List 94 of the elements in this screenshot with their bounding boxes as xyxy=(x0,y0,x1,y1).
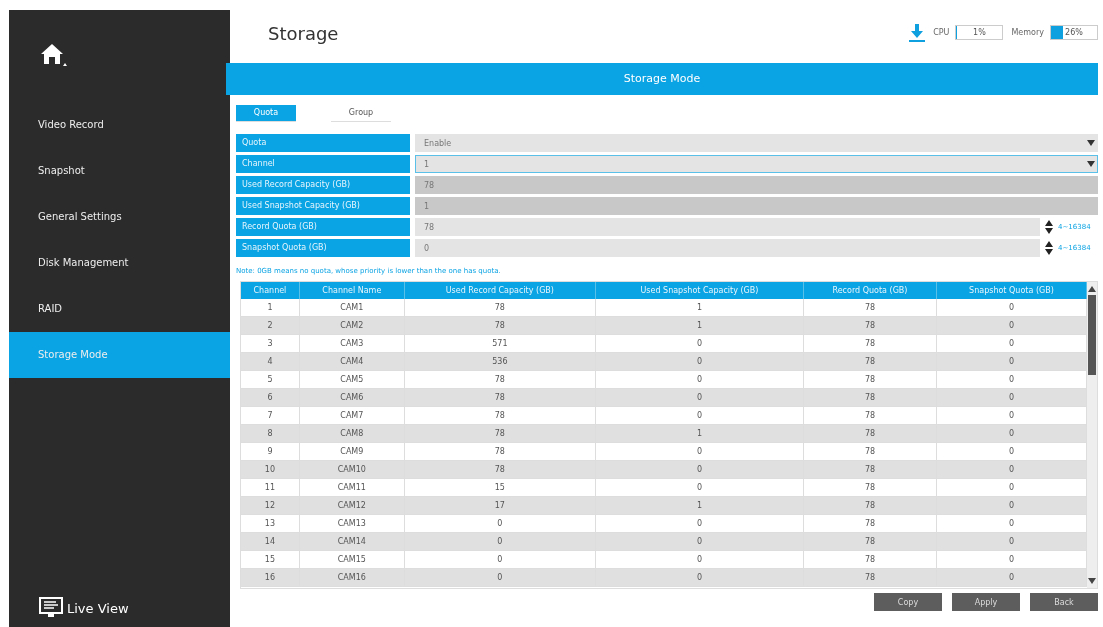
table-cell: 78 xyxy=(404,370,596,389)
table-cell: 78 xyxy=(404,406,596,425)
scroll-up-icon[interactable] xyxy=(1088,286,1096,292)
meter-label: CPU xyxy=(933,28,950,37)
table-cell: 0 xyxy=(936,406,1087,425)
spinner-arrows-icon[interactable] xyxy=(1045,220,1053,234)
table-cell: CAM9 xyxy=(299,442,405,461)
table-cell: 3 xyxy=(241,334,300,353)
dropdown-field[interactable]: Enable xyxy=(415,134,1098,152)
table-cell: 78 xyxy=(803,514,937,533)
table-cell: 78 xyxy=(803,442,937,461)
table-cell: 78 xyxy=(404,299,596,317)
tab[interactable]: Group xyxy=(331,105,391,122)
table-cell: 7 xyxy=(241,406,300,425)
table-cell: 5 xyxy=(241,370,300,389)
table-cell: 571 xyxy=(404,334,596,353)
monitor-icon[interactable] xyxy=(39,597,63,619)
table-cell: 0 xyxy=(936,550,1087,569)
table-cell: CAM7 xyxy=(299,406,405,425)
download-icon[interactable] xyxy=(909,23,926,42)
table-cell: CAM15 xyxy=(299,550,405,569)
table-cell: CAM5 xyxy=(299,370,405,389)
table-cell: 78 xyxy=(803,370,937,389)
column-header: Channel Name xyxy=(299,282,405,299)
scroll-down-icon[interactable] xyxy=(1088,578,1096,584)
caret-icon xyxy=(1087,161,1095,167)
action-button[interactable]: Back xyxy=(1030,593,1098,611)
sidebar-item[interactable]: Snapshot xyxy=(9,148,230,194)
table-cell: 0 xyxy=(936,442,1087,461)
table-cell: 0 xyxy=(595,370,804,389)
column-header: Used Snapshot Capacity (GB) xyxy=(595,282,804,299)
caret-icon xyxy=(1087,140,1095,146)
sidebar-item[interactable]: Disk Management xyxy=(9,240,230,286)
table-cell: 0 xyxy=(936,370,1087,389)
sidebar-item[interactable]: RAID xyxy=(9,286,230,332)
page-title: Storage xyxy=(268,23,339,44)
field-label: Snapshot Quota (GB) xyxy=(236,239,410,257)
field-label: Quota xyxy=(236,134,410,152)
table-cell: 13 xyxy=(241,514,300,533)
table-cell: 15 xyxy=(241,550,300,569)
spinner-arrows-icon[interactable] xyxy=(1045,241,1053,255)
table-cell: 9 xyxy=(241,442,300,461)
table-cell: 0 xyxy=(936,478,1087,497)
table-cell: 0 xyxy=(936,514,1087,533)
live-view-link[interactable]: Live View xyxy=(67,600,129,616)
table-cell: 78 xyxy=(803,334,937,353)
usage-meter: 1% xyxy=(955,25,1004,40)
section-title-bar: Storage Mode xyxy=(226,63,1098,95)
action-button[interactable]: Copy xyxy=(874,593,942,611)
table-cell: 0 xyxy=(595,406,804,425)
table-cell: 11 xyxy=(241,478,300,497)
number-field[interactable]: 0 xyxy=(415,239,1040,257)
meter-label: Memory xyxy=(1011,28,1044,37)
sidebar-item[interactable]: Video Record xyxy=(9,102,230,148)
table-cell: 78 xyxy=(803,478,937,497)
dropdown-field[interactable]: 1 xyxy=(415,155,1098,173)
table-cell: 0 xyxy=(595,514,804,533)
table-cell: CAM1 xyxy=(299,299,405,317)
column-header: Used Record Capacity (GB) xyxy=(404,282,596,299)
table-cell: 0 xyxy=(595,334,804,353)
table-cell: CAM3 xyxy=(299,334,405,353)
table-cell: 0 xyxy=(936,299,1087,317)
column-header: Channel xyxy=(241,282,300,299)
table-cell: 78 xyxy=(803,299,937,317)
scrollbar[interactable] xyxy=(1087,282,1097,588)
column-header: Snapshot Quota (GB) xyxy=(936,282,1087,299)
field-label: Used Record Capacity (GB) xyxy=(236,176,410,194)
scrollbar-thumb[interactable] xyxy=(1088,295,1096,375)
table-cell: 78 xyxy=(803,550,937,569)
readonly-field: 1 xyxy=(415,197,1098,215)
table-cell: 0 xyxy=(595,550,804,569)
table-cell: 78 xyxy=(803,406,937,425)
table-cell: 0 xyxy=(404,514,596,533)
table-cell: 15 xyxy=(404,478,596,497)
tab[interactable]: Quota xyxy=(236,105,296,122)
table-cell: CAM13 xyxy=(299,514,405,533)
sidebar-item[interactable]: General Settings xyxy=(9,194,230,240)
table-cell: 1 xyxy=(241,299,300,317)
table-cell: 0 xyxy=(936,334,1087,353)
field-label: Record Quota (GB) xyxy=(236,218,410,236)
field-label: Used Snapshot Capacity (GB) xyxy=(236,197,410,215)
table-cell: 0 xyxy=(595,442,804,461)
table-cell: CAM11 xyxy=(299,478,405,497)
column-header: Record Quota (GB) xyxy=(803,282,937,299)
usage-meter: 26% xyxy=(1050,25,1098,40)
field-label: Channel xyxy=(236,155,410,173)
table-cell: 1 xyxy=(595,299,804,317)
table-cell: 78 xyxy=(404,442,596,461)
number-field[interactable]: 78 xyxy=(415,218,1040,236)
home-icon[interactable] xyxy=(39,42,69,68)
table-cell: 0 xyxy=(595,478,804,497)
action-button[interactable]: Apply xyxy=(952,593,1020,611)
readonly-field: 78 xyxy=(415,176,1098,194)
table-cell: 0 xyxy=(404,550,596,569)
